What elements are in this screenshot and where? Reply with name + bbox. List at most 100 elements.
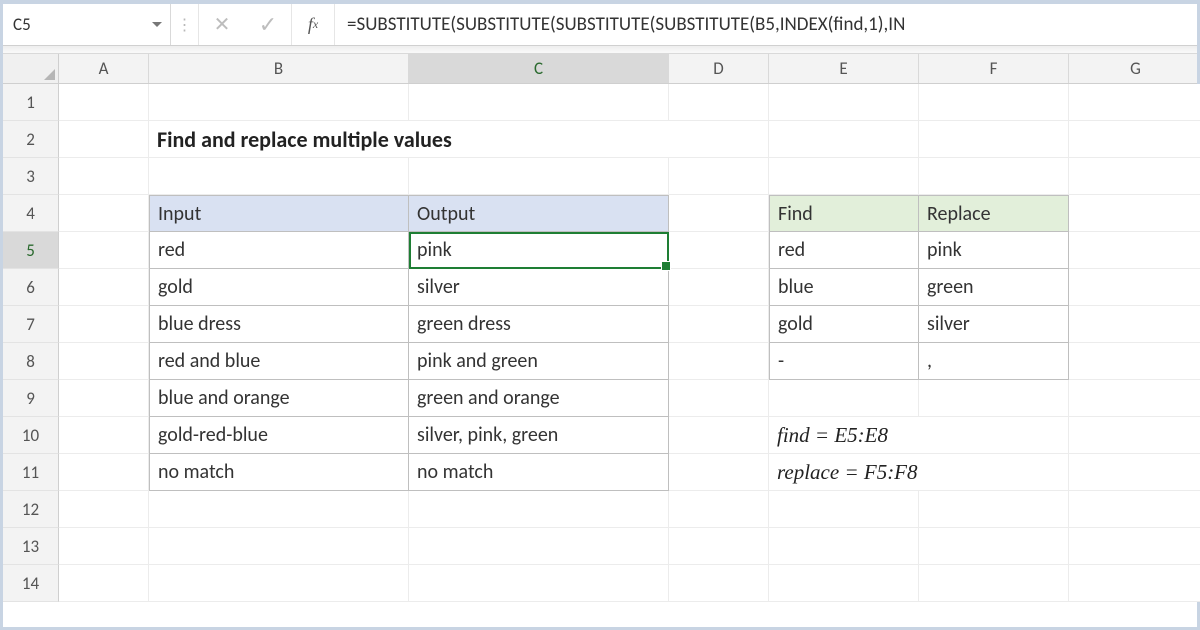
table-cell[interactable]: gold-red-blue bbox=[149, 417, 409, 454]
row-header[interactable]: 13 bbox=[3, 528, 59, 565]
cell[interactable] bbox=[769, 380, 919, 417]
row-header[interactable]: 6 bbox=[3, 269, 59, 306]
formula-input[interactable]: =SUBSTITUTE(SUBSTITUTE(SUBSTITUTE(SUBSTI… bbox=[335, 4, 1197, 45]
row-header[interactable]: 1 bbox=[3, 84, 59, 121]
table-cell[interactable]: silver bbox=[919, 306, 1069, 343]
cell[interactable] bbox=[1069, 306, 1200, 343]
row-header[interactable]: 11 bbox=[3, 454, 59, 491]
row-header[interactable]: 9 bbox=[3, 380, 59, 417]
table-cell[interactable]: no match bbox=[409, 454, 669, 491]
table-cell[interactable]: pink and green bbox=[409, 343, 669, 380]
table-header[interactable]: Output bbox=[409, 195, 669, 232]
row-header[interactable]: 7 bbox=[3, 306, 59, 343]
table-cell[interactable]: silver bbox=[409, 269, 669, 306]
table-cell[interactable]: - bbox=[769, 343, 919, 380]
cell[interactable] bbox=[669, 380, 769, 417]
table-cell[interactable]: red and blue bbox=[149, 343, 409, 380]
cell[interactable] bbox=[149, 528, 409, 565]
cell[interactable] bbox=[769, 528, 919, 565]
row-header[interactable]: 4 bbox=[3, 195, 59, 232]
cell[interactable] bbox=[1069, 454, 1200, 491]
cell[interactable] bbox=[769, 491, 919, 528]
row-header[interactable]: 3 bbox=[3, 158, 59, 195]
row-header[interactable]: 5 bbox=[3, 232, 59, 269]
table-cell[interactable]: green dress bbox=[409, 306, 669, 343]
cell[interactable] bbox=[669, 454, 769, 491]
cell[interactable] bbox=[409, 491, 669, 528]
cell[interactable] bbox=[409, 528, 669, 565]
cell[interactable] bbox=[1069, 232, 1200, 269]
cell[interactable] bbox=[409, 158, 669, 195]
table-cell[interactable]: silver, pink, green bbox=[409, 417, 669, 454]
cell[interactable] bbox=[149, 84, 409, 121]
cell[interactable] bbox=[1069, 528, 1200, 565]
cell[interactable] bbox=[59, 380, 149, 417]
table-cell[interactable]: pink bbox=[409, 232, 669, 269]
cell[interactable] bbox=[669, 158, 769, 195]
cell[interactable] bbox=[919, 84, 1069, 121]
note[interactable]: replace = F5:F8 bbox=[769, 454, 1069, 491]
cell[interactable] bbox=[769, 121, 919, 158]
cell[interactable] bbox=[1069, 565, 1200, 602]
cell[interactable] bbox=[59, 158, 149, 195]
table-cell[interactable]: red bbox=[149, 232, 409, 269]
cell[interactable] bbox=[409, 565, 669, 602]
cell[interactable] bbox=[59, 269, 149, 306]
cell[interactable] bbox=[669, 417, 769, 454]
cell[interactable] bbox=[1069, 491, 1200, 528]
cell[interactable] bbox=[919, 528, 1069, 565]
cell[interactable] bbox=[669, 343, 769, 380]
col-header-e[interactable]: E bbox=[769, 54, 919, 83]
cell[interactable] bbox=[919, 158, 1069, 195]
cell[interactable] bbox=[59, 454, 149, 491]
cell[interactable] bbox=[1069, 84, 1200, 121]
cell[interactable] bbox=[919, 380, 1069, 417]
cell[interactable] bbox=[59, 491, 149, 528]
cell[interactable] bbox=[59, 121, 149, 158]
cancel-icon[interactable]: ✕ bbox=[199, 4, 245, 45]
cell[interactable] bbox=[1069, 121, 1200, 158]
cell[interactable] bbox=[769, 84, 919, 121]
col-header-d[interactable]: D bbox=[669, 54, 769, 83]
cell[interactable] bbox=[669, 565, 769, 602]
table-cell[interactable]: blue and orange bbox=[149, 380, 409, 417]
cell[interactable] bbox=[1069, 158, 1200, 195]
cell[interactable] bbox=[669, 528, 769, 565]
cell[interactable] bbox=[409, 84, 669, 121]
row-header[interactable]: 10 bbox=[3, 417, 59, 454]
cell[interactable] bbox=[149, 158, 409, 195]
chevron-down-icon[interactable] bbox=[152, 22, 162, 27]
cell[interactable] bbox=[669, 269, 769, 306]
cell[interactable] bbox=[59, 232, 149, 269]
cell[interactable] bbox=[669, 232, 769, 269]
cell[interactable] bbox=[919, 121, 1069, 158]
cell[interactable] bbox=[59, 84, 149, 121]
row-header[interactable]: 12 bbox=[3, 491, 59, 528]
table-header[interactable]: Find bbox=[769, 195, 919, 232]
cell[interactable] bbox=[919, 565, 1069, 602]
cell[interactable] bbox=[669, 306, 769, 343]
cell[interactable] bbox=[59, 528, 149, 565]
col-header-a[interactable]: A bbox=[59, 54, 149, 83]
table-cell[interactable]: , bbox=[919, 343, 1069, 380]
row-header[interactable]: 2 bbox=[3, 121, 59, 158]
name-box[interactable]: C5 bbox=[3, 4, 171, 45]
cell[interactable] bbox=[1069, 417, 1200, 454]
cell[interactable] bbox=[149, 565, 409, 602]
enter-check-icon[interactable]: ✓ bbox=[245, 4, 291, 45]
table-cell[interactable]: pink bbox=[919, 232, 1069, 269]
cell[interactable] bbox=[1069, 380, 1200, 417]
cell[interactable] bbox=[59, 343, 149, 380]
table-cell[interactable]: blue bbox=[769, 269, 919, 306]
table-header[interactable]: Replace bbox=[919, 195, 1069, 232]
cell[interactable] bbox=[769, 565, 919, 602]
row-header[interactable]: 8 bbox=[3, 343, 59, 380]
table-cell[interactable]: gold bbox=[769, 306, 919, 343]
col-header-f[interactable]: F bbox=[919, 54, 1069, 83]
table-cell[interactable]: no match bbox=[149, 454, 409, 491]
cell[interactable] bbox=[1069, 343, 1200, 380]
cell[interactable] bbox=[669, 195, 769, 232]
table-cell[interactable]: green and orange bbox=[409, 380, 669, 417]
table-cell[interactable]: green bbox=[919, 269, 1069, 306]
cell[interactable] bbox=[59, 565, 149, 602]
